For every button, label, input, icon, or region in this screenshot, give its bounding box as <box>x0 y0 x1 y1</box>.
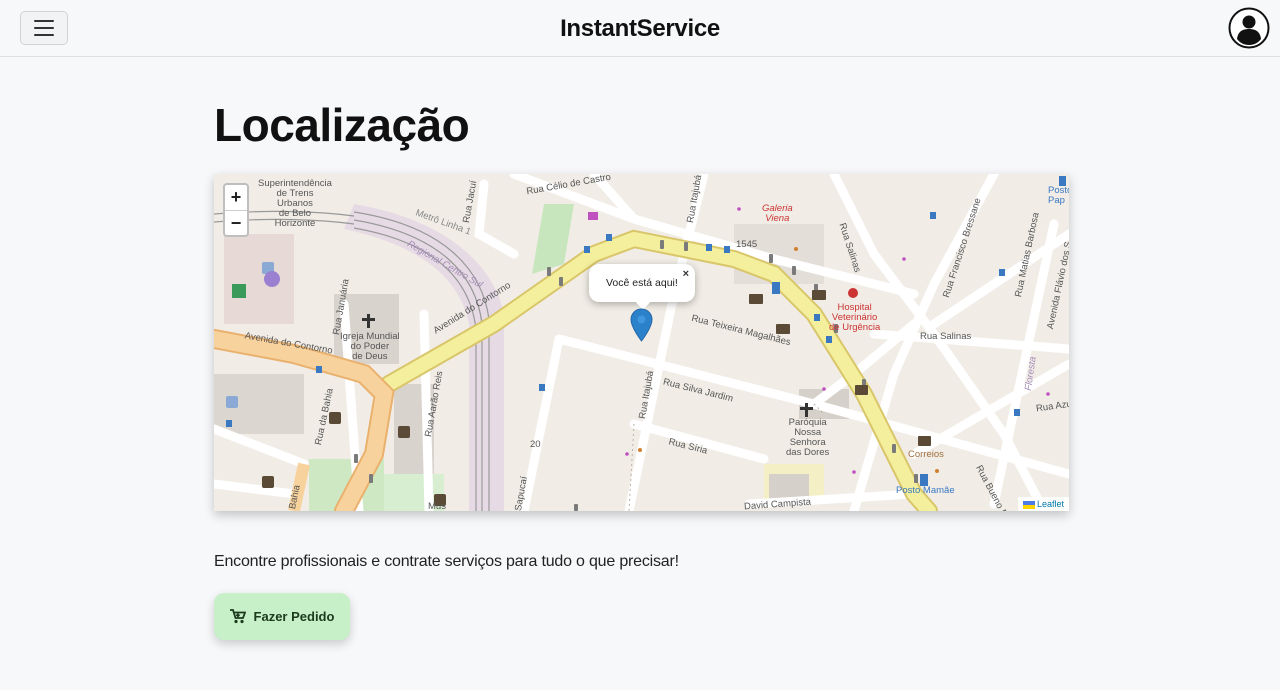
zoom-out-button[interactable]: − <box>225 210 247 235</box>
map-label-rua-salinas-right: Rua Salinas <box>920 331 972 342</box>
map-label-1545: 1545 <box>736 239 758 250</box>
cart-icon <box>229 609 246 624</box>
map-label-posto-mamae: Posto Mamãe <box>896 485 955 496</box>
location-pin-icon[interactable] <box>630 308 653 342</box>
map-attribution[interactable]: Leaflet <box>1017 497 1069 511</box>
page-title: Localização <box>214 99 470 151</box>
brand-title: InstantService <box>560 15 720 42</box>
map-zoom-control: + − <box>223 183 249 237</box>
menu-toggle-button[interactable] <box>20 11 68 45</box>
map-label-galeria-viena: Galeria Viena <box>762 203 793 224</box>
hamburger-icon-bar <box>34 27 54 29</box>
place-order-label: Fazer Pedido <box>253 609 335 624</box>
popup-close-button[interactable]: × <box>683 268 689 280</box>
map-label-igreja: Igreja Mundial do Poder de Deus <box>340 331 400 362</box>
location-map[interactable]: Superintendência de Trens Urbanos de Bel… <box>214 174 1069 511</box>
map-label-posto-top: Posto Pap <box>1048 185 1069 206</box>
location-popup: Você está aqui! × <box>589 264 695 310</box>
map-label-correios: Correios <box>908 449 944 460</box>
tagline: Encontre profissionais e contrate serviç… <box>214 553 679 570</box>
popup-text: Você está aqui! <box>606 277 678 289</box>
map-label-museu: Mus <box>428 501 446 511</box>
hamburger-icon <box>34 20 54 22</box>
top-navbar: InstantService <box>0 0 1280 57</box>
user-circle-icon[interactable] <box>1228 7 1270 49</box>
map-label-superintendencia: Superintendência de Trens Urbanos de Bel… <box>258 178 332 229</box>
ukraine-flag-icon <box>1022 500 1035 509</box>
attribution-link[interactable]: Leaflet <box>1037 499 1064 509</box>
hamburger-icon-bar <box>34 34 54 36</box>
map-label-20: 20 <box>530 439 541 450</box>
place-order-button[interactable]: Fazer Pedido <box>214 593 350 640</box>
map-label-paroquia: Paróquia Nossa Senhora das Dores <box>786 417 830 458</box>
map-label-hospital: Hospital Veterinário de Urgência <box>829 302 881 333</box>
zoom-in-button[interactable]: + <box>225 185 247 210</box>
